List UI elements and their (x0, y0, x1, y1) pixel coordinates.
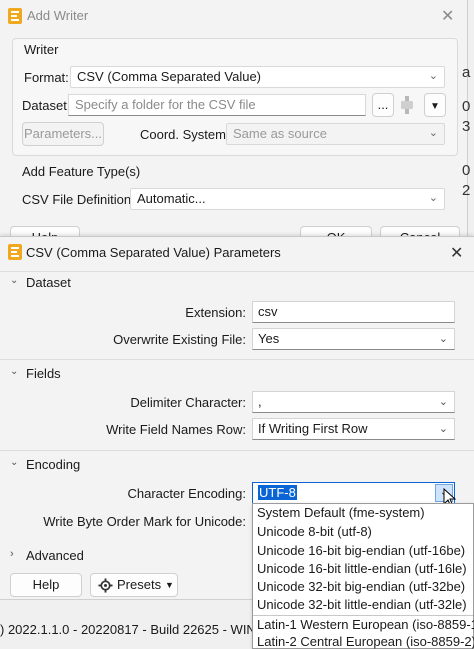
write-names-value: If Writing First Row (258, 421, 368, 436)
section-advanced-label: Advanced (26, 548, 84, 563)
encoding-list-divider (253, 615, 473, 616)
params-help-button[interactable]: Help (10, 573, 82, 597)
triangle-down-icon: ▼ (165, 580, 174, 590)
csv-definition-select[interactable]: Automatic... ⌄ (130, 188, 445, 210)
presets-label: Presets (117, 577, 162, 592)
write-names-label: Write Field Names Row: (106, 422, 246, 437)
extension-input[interactable]: csv (252, 301, 455, 323)
write-names-select[interactable]: If Writing First Row ⌄ (252, 418, 455, 440)
gear-icon (98, 578, 113, 593)
format-label: Format: (24, 70, 69, 85)
chevron-down-icon: ⌄ (438, 396, 448, 408)
add-writer-title: Add Writer (27, 8, 89, 23)
chevron-down-icon: ⌄ (10, 275, 19, 286)
encoding-dropdown-list: System Default (fme-system) Unicode 8-bi… (252, 503, 474, 649)
section-divider (0, 271, 474, 272)
overwrite-select[interactable]: Yes ⌄ (252, 328, 455, 350)
chevron-down-icon: ⌄ (428, 192, 438, 204)
fme-app-icon (8, 244, 22, 260)
chevron-down-icon: ⌄ (438, 333, 448, 345)
format-select[interactable]: CSV (Comma Separated Value) ⌄ (70, 66, 445, 88)
encoding-option[interactable]: Unicode 8-bit (utf-8) (257, 524, 372, 539)
fme-app-icon (8, 8, 22, 24)
section-encoding-label: Encoding (26, 457, 81, 472)
add-writer-titlebar: Add Writer ✕ (0, 0, 467, 32)
section-divider (0, 450, 474, 451)
csv-definition-label: CSV File Definition: (22, 192, 135, 207)
bom-label: Write Byte Order Mark for Unicode: (43, 514, 246, 529)
database-connection-icon[interactable] (400, 96, 414, 114)
add-writer-close-icon[interactable]: ✕ (441, 6, 454, 26)
csv-definition-value: Automatic... (137, 191, 206, 206)
char-encoding-select[interactable]: UTF-8 ⌄ (252, 482, 455, 504)
chevron-right-icon: › (10, 548, 14, 560)
delimiter-select[interactable]: , ⌄ (252, 391, 455, 413)
chevron-down-icon: ⌄ (438, 423, 448, 435)
coord-system-select[interactable]: Same as source ⌄ (226, 123, 445, 145)
presets-button[interactable]: Presets ▼ (90, 573, 178, 597)
delimiter-value: , (258, 394, 262, 409)
feature-type-group-label: Add Feature Type(s) (22, 164, 141, 179)
coord-system-label: Coord. System: (140, 127, 230, 142)
section-dataset-label: Dataset (26, 275, 71, 290)
browse-button[interactable]: ... (372, 93, 394, 117)
dataset-menu-button[interactable]: ▼ (424, 93, 446, 117)
triangle-down-icon: ▼ (430, 101, 440, 112)
encoding-option[interactable]: Unicode 32-bit little-endian (utf-32le) (257, 597, 467, 612)
char-encoding-label: Character Encoding: (127, 486, 246, 501)
parameters-close-icon[interactable]: ✕ (450, 243, 463, 263)
extension-value: csv (258, 304, 278, 319)
encoding-option[interactable]: Latin-2 Central European (iso-8859-2) (257, 634, 474, 649)
encoding-option[interactable]: Unicode 16-bit big-endian (utf-16be) (257, 543, 465, 558)
encoding-option[interactable]: Unicode 16-bit little-endian (utf-16le) (257, 561, 467, 576)
chevron-down-icon: ⌄ (428, 127, 438, 139)
overwrite-value: Yes (258, 331, 280, 346)
parameters-button[interactable]: Parameters... (22, 122, 104, 146)
delimiter-label: Delimiter Character: (130, 395, 246, 410)
chevron-down-icon: ⌄ (10, 366, 19, 377)
dataset-input[interactable]: Specify a folder for the CSV file (68, 94, 366, 116)
coord-system-value: Same as source (233, 126, 327, 141)
status-bar-text: ) 2022.1.1.0 - 20220817 - Build 22625 - … (0, 622, 271, 637)
encoding-option[interactable]: Unicode 32-bit big-endian (utf-32be) (257, 579, 465, 594)
overwrite-label: Overwrite Existing File: (113, 332, 246, 347)
dataset-label: Dataset: (22, 98, 71, 113)
chevron-down-icon: ⌄ (10, 457, 19, 468)
dataset-placeholder: Specify a folder for the CSV file (75, 97, 256, 112)
status-bar: ) 2022.1.1.0 - 20220817 - Build 22625 - … (0, 599, 270, 649)
section-fields-label: Fields (26, 366, 61, 381)
encoding-option[interactable]: Latin-1 Western European (iso-8859-1) (257, 617, 474, 632)
chevron-down-icon: ⌄ (428, 70, 438, 82)
format-value: CSV (Comma Separated Value) (77, 69, 262, 84)
writer-group-label: Writer (24, 42, 59, 57)
parameters-dialog-title: CSV (Comma Separated Value) Parameters (26, 245, 281, 260)
add-writer-dialog: Add Writer ✕ Writer Format: CSV (Comma S… (0, 0, 468, 250)
section-divider (0, 359, 474, 360)
char-encoding-value: UTF-8 (258, 485, 297, 500)
encoding-option[interactable]: System Default (fme-system) (257, 505, 425, 520)
extension-label: Extension: (185, 305, 246, 320)
